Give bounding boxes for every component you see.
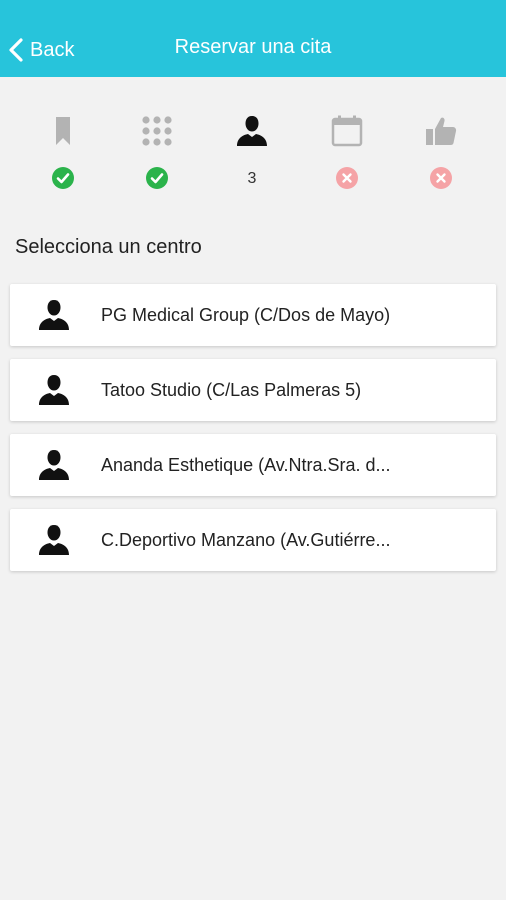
grid-icon [142,116,172,146]
step-3: 3 [212,112,292,198]
page-title: Reservar una cita [174,36,332,58]
current-step-number: 3 [247,170,257,187]
user-icon [237,116,267,146]
center-name: Tatoo Studio (C/Las Palmeras 5) [101,379,362,400]
step-4 [307,112,387,198]
user-icon [39,450,69,480]
user-icon [39,300,69,330]
center-name: Ananda Esthetique (Av.Ntra.Sra. d... [101,454,391,475]
list-item[interactable]: C.Deportivo Manzano (Av.Gutiérre... [10,509,496,571]
calendar-icon [331,115,363,147]
step-5 [401,112,481,198]
list-item[interactable]: Tatoo Studio (C/Las Palmeras 5) [10,359,496,421]
step-indicator: 3 [0,112,506,198]
center-name: PG Medical Group (C/Dos de Mayo) [101,304,391,325]
thumbs-up-icon [426,117,457,145]
user-icon [39,375,69,405]
bookmark-icon [56,117,70,145]
list-item[interactable]: PG Medical Group (C/Dos de Mayo) [10,284,496,346]
close-icon [336,167,358,189]
section-title: Selecciona un centro [15,236,202,258]
check-icon [146,167,168,189]
close-icon [430,167,452,189]
center-list: PG Medical Group (C/Dos de Mayo) Tatoo S… [10,284,496,584]
step-1 [23,112,103,198]
center-name: C.Deportivo Manzano (Av.Gutiérre... [101,529,391,550]
list-item[interactable]: Ananda Esthetique (Av.Ntra.Sra. d... [10,434,496,496]
step-2 [117,112,197,198]
navigation-bar: Back Reservar una cita [0,0,506,77]
check-icon [52,167,74,189]
user-icon [39,525,69,555]
